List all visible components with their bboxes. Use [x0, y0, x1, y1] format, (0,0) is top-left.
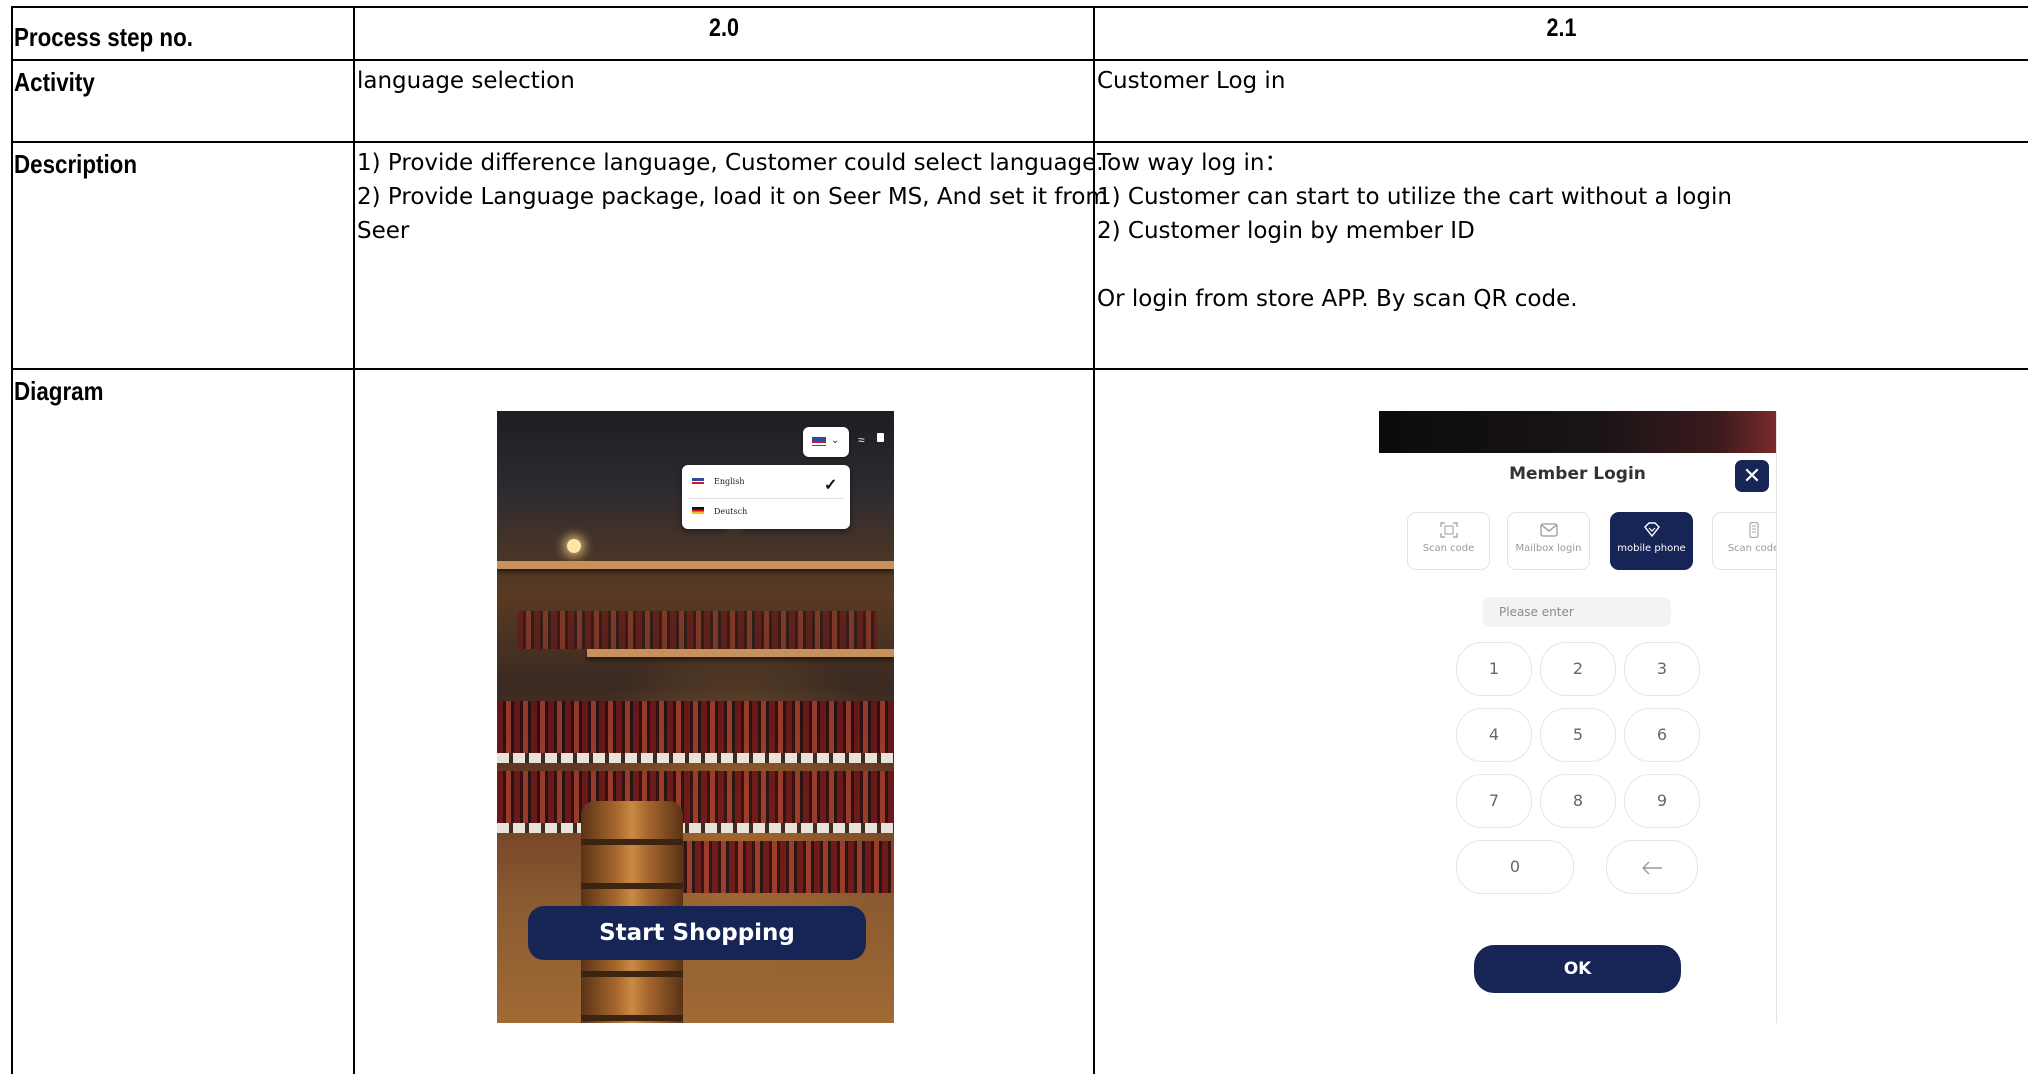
close-button[interactable]: ✕	[1735, 460, 1769, 492]
row-label-activity: Activity	[14, 67, 95, 97]
activity-cell: Customer Log in	[1097, 68, 1286, 94]
language-dropdown: English ✓ Deutsch	[682, 465, 850, 529]
header-image	[1379, 411, 1776, 453]
table-rule	[11, 141, 2028, 143]
description-line	[1097, 248, 1732, 282]
keypad-key-7[interactable]: 7	[1456, 774, 1532, 828]
backspace-button[interactable]	[1606, 840, 1698, 894]
mail-icon	[1539, 523, 1558, 537]
scan-icon	[1439, 522, 1458, 538]
table-rule	[11, 59, 2028, 61]
keypad-key-8[interactable]: 8	[1540, 774, 1616, 828]
table-rule-left	[11, 6, 13, 1074]
tab-label: mobile phone	[1617, 543, 1686, 554]
check-icon: ✓	[824, 477, 838, 494]
german-flag-icon	[692, 507, 704, 514]
table-rule-top	[11, 6, 2028, 8]
tab-label: Scan code	[1422, 543, 1475, 554]
description-line: Or login from store APP. By scan QR code…	[1097, 286, 1578, 312]
chevron-down-icon: ⌄	[831, 435, 840, 446]
phone-icon	[1748, 522, 1759, 538]
keypad-key-0[interactable]: 0	[1456, 840, 1574, 894]
language-option-label: English	[714, 477, 745, 486]
description-line: 2) Customer login by member ID	[1097, 218, 1475, 244]
login-title: Member Login	[1509, 464, 1646, 484]
step-number: 2.1	[1546, 14, 1577, 42]
keypad-key-1[interactable]: 1	[1456, 642, 1532, 696]
keypad-key-6[interactable]: 6	[1624, 708, 1700, 762]
keypad-key-4[interactable]: 4	[1456, 708, 1532, 762]
shelf	[587, 649, 894, 657]
bottle-row	[497, 771, 894, 823]
language-selection-screenshot: ⌄ ≈ English ✓ Deutsch Start Shopping	[497, 411, 894, 1023]
description-cell: 1) Provide difference language, Customer…	[357, 146, 1108, 248]
arrow-left-icon	[1642, 861, 1662, 874]
wifi-icon: ≈	[858, 433, 865, 447]
row-label-diagram: Diagram	[14, 376, 104, 406]
language-option-label: Deutsch	[714, 507, 748, 516]
tab-mailbox-login[interactable]: Mailbox login	[1507, 512, 1590, 570]
keypad-key-9[interactable]: 9	[1624, 774, 1700, 828]
lock-icon	[877, 433, 884, 442]
activity-cell: language selection	[357, 68, 575, 94]
member-login-screenshot: Member Login ✕ Scan code Mailbox login m…	[1379, 411, 1777, 1023]
ok-button[interactable]: OK	[1474, 945, 1681, 993]
language-selector[interactable]: ⌄	[803, 427, 849, 457]
us-flag-icon	[812, 437, 826, 446]
description-line: 1) Customer can start to utilize the car…	[1097, 184, 1732, 210]
member-id-input[interactable]: Please enter	[1483, 597, 1671, 627]
table-rule	[11, 368, 2028, 370]
keypad-key-5[interactable]: 5	[1540, 708, 1616, 762]
keypad-key-3[interactable]: 3	[1624, 642, 1700, 696]
row-label-description: Description	[14, 149, 138, 179]
close-icon: ✕	[1742, 463, 1762, 488]
ceiling-lamp	[567, 539, 581, 553]
description-line: 2) Provide Language package, load it on …	[357, 184, 1108, 210]
step-number: 2.0	[709, 14, 739, 42]
tab-scan-code-phone[interactable]: Scan code	[1712, 512, 1777, 570]
bottle-row	[517, 611, 877, 649]
description-line: 1) Provide difference language, Customer…	[357, 150, 1104, 176]
price-labels	[497, 753, 894, 763]
bottle-row	[497, 701, 894, 753]
description-line: Tow way log in：	[1097, 150, 1288, 176]
description-line: Seer	[357, 218, 410, 244]
tab-label: Scan code	[1727, 543, 1777, 554]
divider	[688, 498, 844, 499]
us-flag-icon	[692, 478, 704, 485]
table-rule	[353, 6, 355, 1074]
tab-scan-code[interactable]: Scan code	[1407, 512, 1490, 570]
keypad-key-2[interactable]: 2	[1540, 642, 1616, 696]
description-cell: Tow way log in： 1) Customer can start to…	[1097, 146, 1732, 316]
shelf	[497, 561, 894, 569]
start-shopping-button[interactable]: Start Shopping	[528, 906, 866, 960]
tab-mobile-phone[interactable]: mobile phone	[1610, 512, 1693, 570]
tab-label: Mailbox login	[1515, 543, 1582, 554]
diamond-icon	[1643, 522, 1660, 538]
row-label-step: Process step no.	[14, 22, 193, 52]
price-labels	[497, 823, 894, 833]
